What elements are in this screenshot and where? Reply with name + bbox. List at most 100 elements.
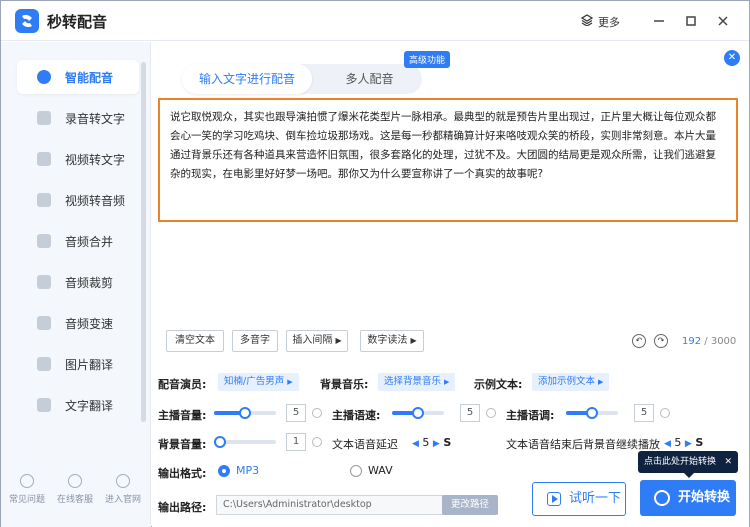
- increment-icon[interactable]: ▶: [433, 439, 440, 449]
- sidebar-item-label: 文字翻译: [65, 399, 114, 413]
- footer-support[interactable]: 在线客服: [53, 474, 97, 505]
- bgm-label: 背景音乐:: [320, 378, 369, 391]
- delay-stepper[interactable]: ◀ 5 ▶ S: [412, 436, 451, 449]
- window-close-button[interactable]: [715, 13, 731, 29]
- caret-right-icon: ▶: [287, 378, 293, 386]
- sidebar-item-video-to-audio[interactable]: 视频转音频: [17, 183, 139, 217]
- bgm-value: 选择背景音乐: [384, 376, 442, 387]
- video-text-icon: [37, 152, 51, 166]
- voice-value: 知楠/广告男声: [224, 376, 285, 387]
- scissors-icon: [37, 275, 51, 289]
- undo-icon[interactable]: ↶: [632, 334, 646, 348]
- app-title: 秒转配音: [47, 13, 108, 31]
- polyphone-button[interactable]: 多音字: [232, 330, 278, 352]
- bg-volume-slider-knob[interactable]: [214, 436, 227, 448]
- voice-select[interactable]: 知楠/广告男声 ▶: [218, 373, 299, 391]
- minimize-button[interactable]: [651, 13, 667, 29]
- volume-input[interactable]: 5: [286, 404, 306, 422]
- voice-label: 配音演员:: [158, 378, 207, 391]
- continue-stepper[interactable]: ◀ 5 ▶ S: [664, 436, 703, 449]
- sidebar-item-recording-to-text[interactable]: 录音转文字: [17, 101, 139, 135]
- convert-icon: [654, 490, 670, 506]
- sample-label: 示例文本:: [474, 378, 523, 391]
- format-wav-label: WAV: [368, 464, 393, 477]
- continue-unit: S: [695, 436, 704, 449]
- footer-website[interactable]: 进入官网: [101, 474, 145, 505]
- reset-icon[interactable]: [312, 408, 322, 418]
- format-mp3-radio[interactable]: [218, 465, 230, 477]
- reset-icon[interactable]: [660, 408, 670, 418]
- sidebar-item-video-to-text[interactable]: 视频转文字: [17, 142, 139, 176]
- pitch-slider-knob[interactable]: [586, 407, 598, 419]
- format-mp3-label: MP3: [236, 464, 260, 477]
- reset-icon[interactable]: [486, 408, 496, 418]
- bgm-select[interactable]: 选择背景音乐 ▶: [378, 373, 456, 391]
- play-icon: [547, 492, 561, 506]
- preview-button[interactable]: 试听一下: [532, 482, 626, 516]
- panel-close-button[interactable]: ✕: [724, 50, 740, 66]
- digit-read-label: 数字读法: [367, 335, 408, 346]
- path-label: 输出路径:: [158, 501, 207, 514]
- reset-icon[interactable]: [312, 437, 322, 447]
- tab-multi-voice[interactable]: 多人配音: [322, 64, 417, 94]
- sidebar-item-audio-merge[interactable]: 音频合并: [17, 224, 139, 258]
- merge-icon: [37, 234, 51, 248]
- sidebar-item-label: 音频变速: [65, 317, 114, 331]
- tooltip-close-icon[interactable]: ✕: [724, 451, 732, 473]
- volume-slider-knob[interactable]: [239, 407, 251, 419]
- sidebar-item-label: 录音转文字: [65, 112, 126, 126]
- decrement-icon[interactable]: ◀: [412, 439, 419, 449]
- increment-icon[interactable]: ▶: [685, 439, 692, 449]
- insert-pause-button[interactable]: 插入间隔 ▶: [286, 330, 348, 352]
- speed-slider[interactable]: [392, 407, 444, 419]
- preview-label: 试听一下: [569, 491, 622, 506]
- pitch-label: 主播语调:: [506, 409, 555, 422]
- sidebar-item-image-translate[interactable]: 图片翻译: [17, 347, 139, 381]
- sidebar-item-audio-speed[interactable]: 音频变速: [17, 306, 139, 340]
- change-path-button[interactable]: 更改路径: [442, 495, 498, 515]
- caret-right-icon: ▶: [410, 336, 417, 345]
- speed-slider-knob[interactable]: [412, 407, 424, 419]
- maximize-icon: [686, 16, 696, 26]
- main-panel: 输入文字进行配音 多人配音 高级功能 ✕ 说它取悦观众，其实也跟导演拍惯了爆米花…: [152, 42, 749, 527]
- speed-icon: [37, 316, 51, 330]
- sidebar-item-label: 智能配音: [65, 71, 114, 85]
- pitch-slider[interactable]: [566, 407, 618, 419]
- digit-read-button[interactable]: 数字读法 ▶: [360, 330, 424, 352]
- app-logo-icon: [15, 9, 39, 33]
- image-icon: [37, 357, 51, 371]
- sample-select[interactable]: 添加示例文本 ▶: [532, 373, 610, 391]
- pitch-input[interactable]: 5: [634, 404, 654, 422]
- bg-volume-input[interactable]: 1: [286, 433, 306, 451]
- sidebar-item-smart-dubbing[interactable]: 智能配音: [17, 60, 139, 94]
- clear-text-button[interactable]: 清空文本: [166, 330, 224, 352]
- tab-text-dubbing[interactable]: 输入文字进行配音: [182, 64, 312, 94]
- footer-faq[interactable]: 常见问题: [5, 474, 49, 505]
- sample-value: 添加示例文本: [538, 376, 596, 387]
- sidebar-item-audio-trim[interactable]: 音频裁剪: [17, 265, 139, 299]
- chat-icon: [68, 474, 82, 488]
- continue-label: 文本语音结束后背景音继续播放: [506, 438, 660, 451]
- sidebar-scrollbar[interactable]: [141, 62, 146, 422]
- mode-tabs: 输入文字进行配音 多人配音: [182, 64, 422, 94]
- volume-slider[interactable]: [214, 407, 276, 419]
- delay-value: 5: [422, 436, 430, 449]
- text-editor[interactable]: 说它取悦观众，其实也跟导演拍惯了爆米花类型片一脉相承。最典型的就是预告片里出现过…: [158, 98, 738, 222]
- output-path-field[interactable]: C:\Users\Administrator\desktop: [216, 495, 448, 515]
- caret-right-icon: ▶: [444, 378, 450, 386]
- footer-label: 进入官网: [104, 495, 141, 505]
- start-convert-button[interactable]: 开始转换: [640, 480, 736, 516]
- delay-unit: S: [443, 436, 452, 449]
- maximize-button[interactable]: [683, 13, 699, 29]
- format-wav-radio[interactable]: [350, 465, 362, 477]
- speed-input[interactable]: 5: [460, 404, 480, 422]
- sidebar-item-label: 视频转文字: [65, 153, 126, 167]
- decrement-icon[interactable]: ◀: [664, 439, 671, 449]
- caret-right-icon: ▶: [598, 378, 604, 386]
- bg-volume-label: 背景音量:: [158, 438, 207, 451]
- sidebar-item-text-translate[interactable]: 文字翻译: [17, 388, 139, 422]
- insert-pause-label: 插入间隔: [292, 335, 333, 346]
- redo-icon[interactable]: ↷: [654, 334, 668, 348]
- website-icon: [116, 474, 130, 488]
- bg-volume-slider[interactable]: [214, 436, 276, 448]
